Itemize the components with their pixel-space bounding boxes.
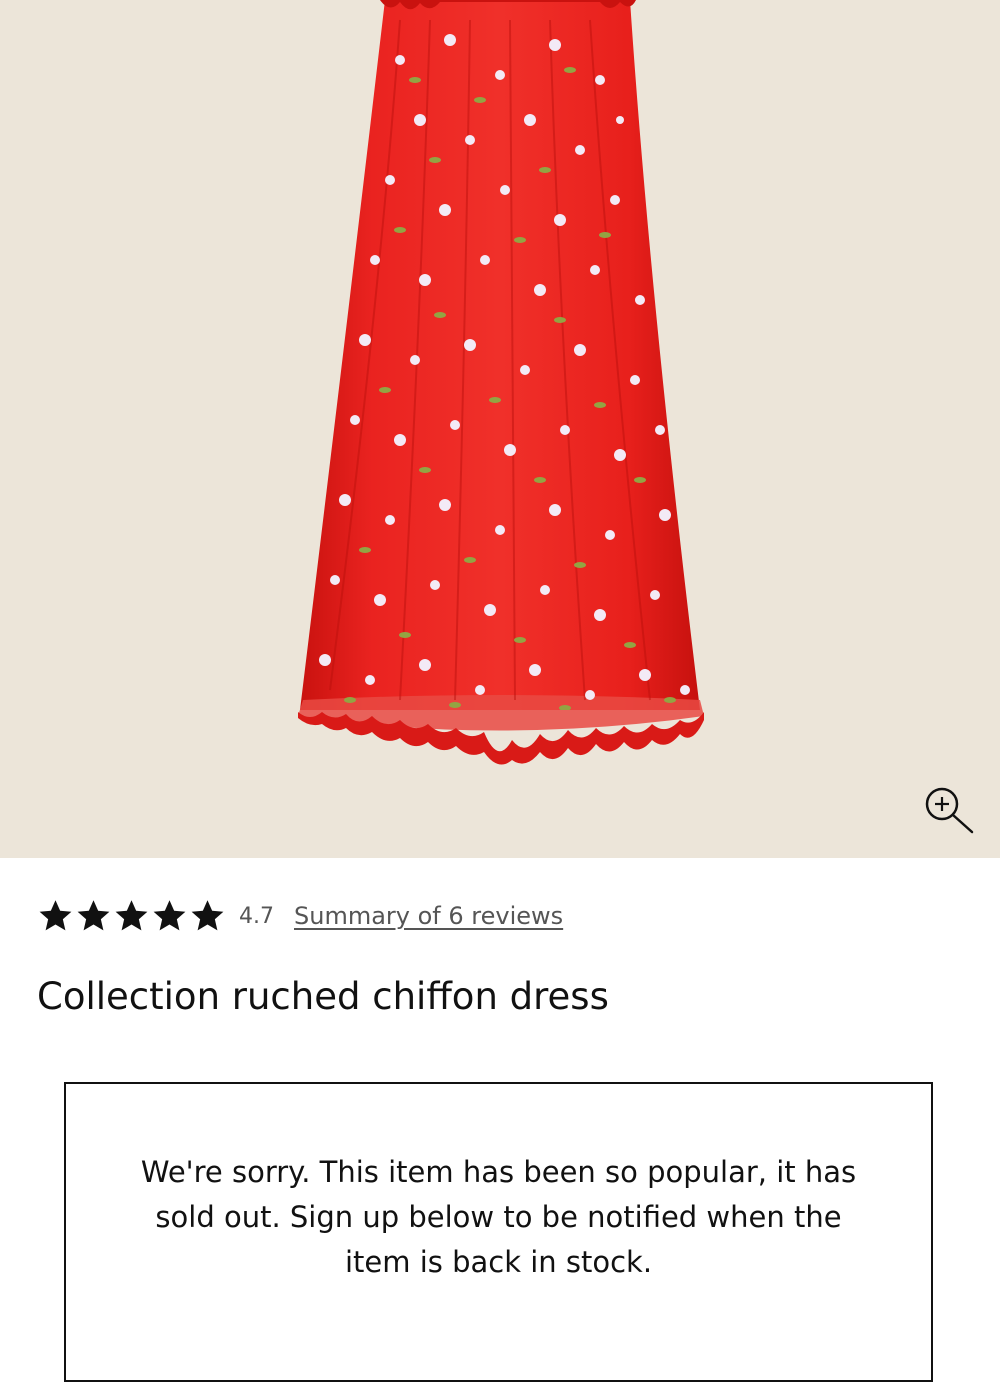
zoom-button[interactable] <box>922 784 976 838</box>
dress-illustration <box>298 0 704 765</box>
star-icon <box>191 900 224 931</box>
star-rating <box>37 898 227 934</box>
soldout-message: We're sorry. This item has been so popul… <box>140 1155 857 1279</box>
reviews-summary-link[interactable]: Summary of 6 reviews <box>294 902 563 930</box>
product-image[interactable] <box>0 0 1000 858</box>
soldout-notice: We're sorry. This item has been so popul… <box>64 1082 933 1382</box>
rating-row: 4.7 Summary of 6 reviews <box>37 893 563 939</box>
star-icon <box>39 900 72 931</box>
star-icon <box>115 900 148 931</box>
star-icon <box>153 900 186 931</box>
star-icon <box>77 900 110 931</box>
zoom-in-icon <box>925 787 974 834</box>
rating-value: 4.7 <box>239 903 274 929</box>
product-title: Collection ruched chiffon dress <box>37 975 609 1018</box>
